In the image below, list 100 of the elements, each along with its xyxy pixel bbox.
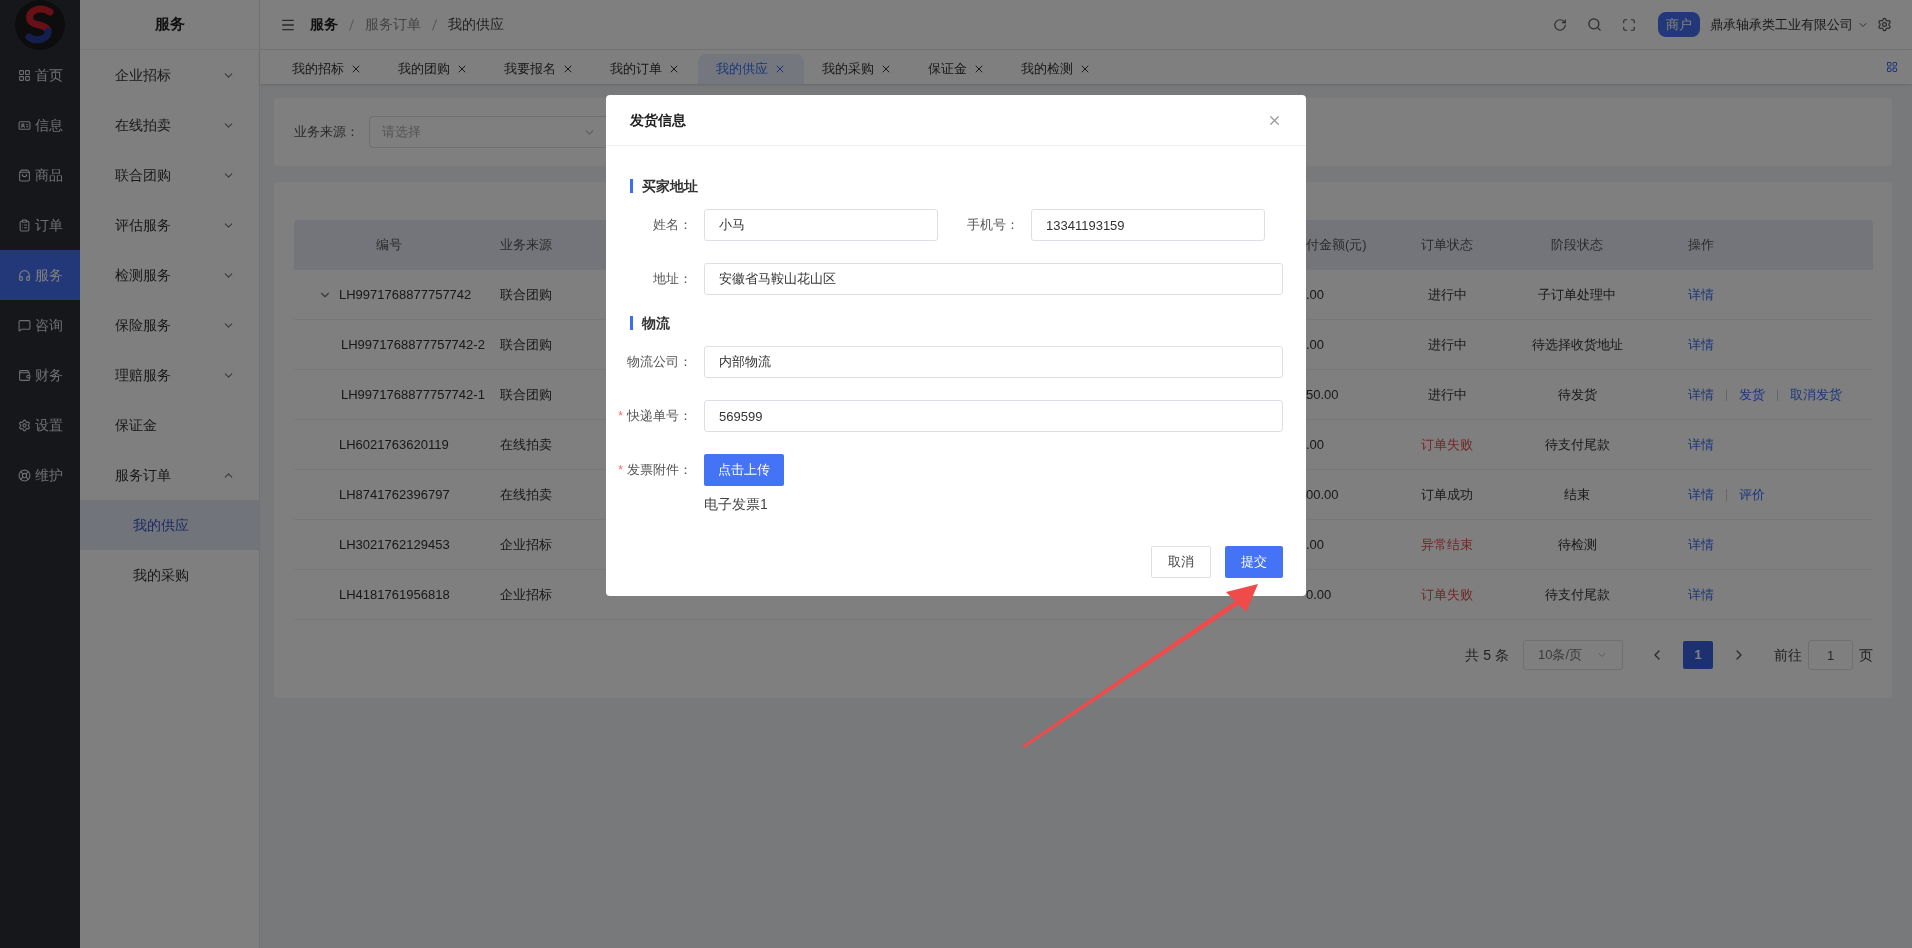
table-cell-text: LH9971768877757742-2	[341, 335, 485, 354]
sidebar-item[interactable]: 评估服务	[80, 200, 259, 250]
page-tab[interactable]: 我要报名	[486, 54, 592, 84]
table-cell-text: 00.00	[1306, 485, 1339, 504]
table-cell-text: 待发货	[1557, 385, 1597, 404]
action-link[interactable]: 详情	[1688, 384, 1714, 405]
sidebar-subitem[interactable]: 我的采购	[80, 550, 259, 600]
field-label: 发票附件：	[627, 461, 692, 480]
table-cell-text: 待支付尾款	[1544, 585, 1610, 604]
close-icon[interactable]	[973, 63, 985, 75]
dialog-title: 发货信息	[630, 110, 687, 130]
action-link[interactable]: 详情	[1688, 484, 1714, 505]
table-cell-text: 结束	[1564, 485, 1590, 504]
sidebar-item[interactable]: 服务订单	[80, 450, 259, 500]
rail-item[interactable]: 信息	[0, 100, 80, 150]
table-cell-text: .00	[1306, 335, 1325, 354]
fullscreen-icon[interactable]	[1622, 17, 1636, 32]
cancel-button[interactable]: 取消	[1151, 546, 1211, 578]
page-button[interactable]: 1	[1683, 641, 1713, 669]
close-icon[interactable]	[350, 63, 362, 75]
field-label: 快递单号：	[627, 407, 692, 426]
search-icon[interactable]	[1587, 17, 1602, 32]
page-tab[interactable]: 我的订单	[592, 54, 698, 84]
status-text: 订单失败	[1421, 585, 1473, 604]
refresh-icon[interactable]	[1553, 17, 1567, 32]
page-input[interactable]: 1	[1808, 640, 1853, 670]
page-tab[interactable]: 我的供应	[698, 54, 804, 84]
table-cell-text: 在线拍卖	[500, 485, 552, 504]
page-size-select[interactable]: 10条/页	[1523, 640, 1623, 670]
close-icon[interactable]	[668, 63, 680, 75]
input-field[interactable]: 13341193159	[1031, 209, 1265, 241]
page-tab[interactable]: 保证金	[910, 54, 1003, 84]
field-label: 物流公司：	[627, 353, 692, 372]
settings-icon[interactable]	[1877, 17, 1892, 32]
sidebar-item[interactable]: 检测服务	[80, 250, 259, 300]
page-tab[interactable]: 我的团购	[380, 54, 486, 84]
column-header: 订单状态	[1421, 236, 1473, 255]
input-field[interactable]: 内部物流	[704, 346, 1283, 378]
sidebar-item[interactable]: 在线拍卖	[80, 100, 259, 150]
settings-icon	[17, 418, 31, 432]
field-label: 地址：	[653, 270, 692, 289]
submit-button[interactable]: 提交	[1225, 546, 1283, 578]
table-cell-text: LH8741762396797	[339, 485, 450, 504]
table-cell-text: 0.00	[1306, 585, 1332, 604]
rail-item[interactable]: 设置	[0, 400, 80, 450]
rail-item[interactable]: 首页	[0, 50, 80, 100]
upload-button[interactable]: 点击上传	[704, 454, 784, 486]
file-link[interactable]: 电子发票1	[704, 494, 768, 515]
rail-item[interactable]: 商品	[0, 150, 80, 200]
action-link[interactable]: 详情	[1688, 334, 1714, 355]
company-name[interactable]: 鼎承轴承类工业有限公司	[1710, 14, 1853, 35]
action-link[interactable]: 详情	[1688, 434, 1714, 455]
close-icon[interactable]	[562, 63, 574, 75]
table-cell-text: 联合团购	[500, 385, 552, 404]
breadcrumb-link[interactable]: 服务	[310, 14, 338, 35]
page-tab[interactable]: 我的招标	[274, 54, 380, 84]
action-link[interactable]: 详情	[1688, 584, 1714, 605]
breadcrumb-link[interactable]: 我的供应	[448, 14, 504, 35]
action-link[interactable]: 详情	[1688, 534, 1714, 555]
input-field[interactable]: 小马	[704, 209, 938, 241]
card-icon	[17, 118, 31, 132]
table-cell-text: LH9971768877757742	[339, 285, 472, 304]
sidebar-item[interactable]: 联合团购	[80, 150, 259, 200]
table-cell-text: 待选择收货地址	[1531, 335, 1623, 354]
table-cell-text: 50.00	[1306, 385, 1339, 404]
goto-label: 前往	[1774, 645, 1802, 665]
input-field[interactable]: 安徽省马鞍山花山区	[704, 263, 1283, 295]
table-cell-text: LH3021762129453	[339, 535, 450, 554]
table-cell-text: 联合团购	[500, 335, 552, 354]
table-cell-text: .00	[1306, 285, 1325, 304]
close-icon[interactable]	[774, 63, 786, 75]
action-link[interactable]: 详情	[1688, 284, 1714, 305]
breadcrumb-link[interactable]: 服务订单	[365, 14, 421, 35]
column-header: 操作	[1688, 236, 1714, 255]
sidebar-subitem[interactable]: 我的供应	[80, 500, 259, 550]
field-label: 手机号：	[967, 216, 1019, 235]
close-icon[interactable]	[1079, 63, 1091, 75]
action-link[interactable]: 取消发货	[1790, 384, 1842, 405]
sidebar-item[interactable]: 理赔服务	[80, 350, 259, 400]
rail-item[interactable]: 订单	[0, 200, 80, 250]
page-tab[interactable]: 我的采购	[804, 54, 910, 84]
column-header: 阶段状态	[1551, 236, 1603, 255]
action-link[interactable]: 发货	[1739, 384, 1765, 405]
rail-item[interactable]: 咨询	[0, 300, 80, 350]
grid-icon[interactable]	[1886, 61, 1898, 73]
rail-item[interactable]: 财务	[0, 350, 80, 400]
action-link[interactable]: 评价	[1739, 484, 1765, 505]
section-title: 物流	[630, 316, 670, 330]
sidebar-item[interactable]: 保证金	[80, 400, 259, 450]
rail-item[interactable]: 维护	[0, 450, 80, 500]
total-count: 共 5 条	[1465, 645, 1509, 665]
sidebar-item[interactable]: 保险服务	[80, 300, 259, 350]
rail-item[interactable]: 服务	[0, 250, 80, 300]
page-tab[interactable]: 我的检测	[1003, 54, 1109, 84]
table-cell-text: LH4181761956818	[339, 585, 450, 604]
close-icon[interactable]	[880, 63, 892, 75]
sidebar-item[interactable]: 企业招标	[80, 50, 259, 100]
table-cell-text: 在线拍卖	[500, 435, 552, 454]
input-field[interactable]: 569599	[704, 400, 1283, 432]
close-icon[interactable]	[456, 63, 468, 75]
